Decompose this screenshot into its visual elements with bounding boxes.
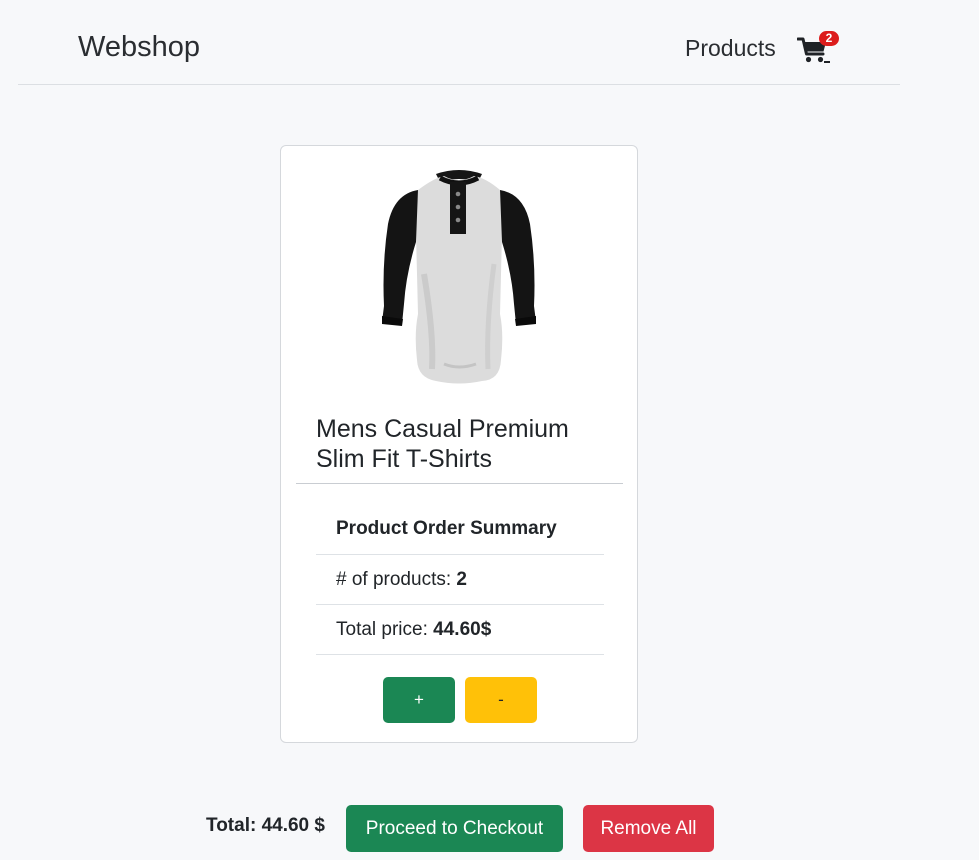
increase-quantity-button[interactable]: + [383,677,455,723]
cart-count-badge: 2 [819,31,839,46]
product-image [382,170,536,384]
products-link[interactable]: Products [685,33,776,63]
card-divider [296,483,623,484]
cart-button[interactable]: 2 [797,31,839,66]
product-count-label: # of products: [336,569,457,590]
total-price-label: Total price: [336,619,434,640]
product-count-value: 2 [456,569,467,590]
order-summary-list: Product Order Summary # of products: 2 T… [316,504,604,655]
navbar: Webshop Products 2 [18,0,900,85]
decrease-quantity-button[interactable]: - [465,677,537,723]
brand-link[interactable]: Webshop [78,29,200,65]
cart-total: Total: 44.60 $ [206,815,325,836]
product-count-row: # of products: 2 [316,555,604,605]
total-price-value: 44.60$ [433,619,492,640]
order-summary-heading: Product Order Summary [316,504,604,555]
remove-all-button[interactable]: Remove All [583,805,714,852]
checkout-button[interactable]: Proceed to Checkout [346,805,563,852]
product-card: Mens Casual Premium Slim Fit T-Shirts Pr… [280,145,638,743]
product-title: Mens Casual Premium Slim Fit T-Shirts [316,415,569,473]
total-price-row: Total price: 44.60$ [316,605,604,655]
